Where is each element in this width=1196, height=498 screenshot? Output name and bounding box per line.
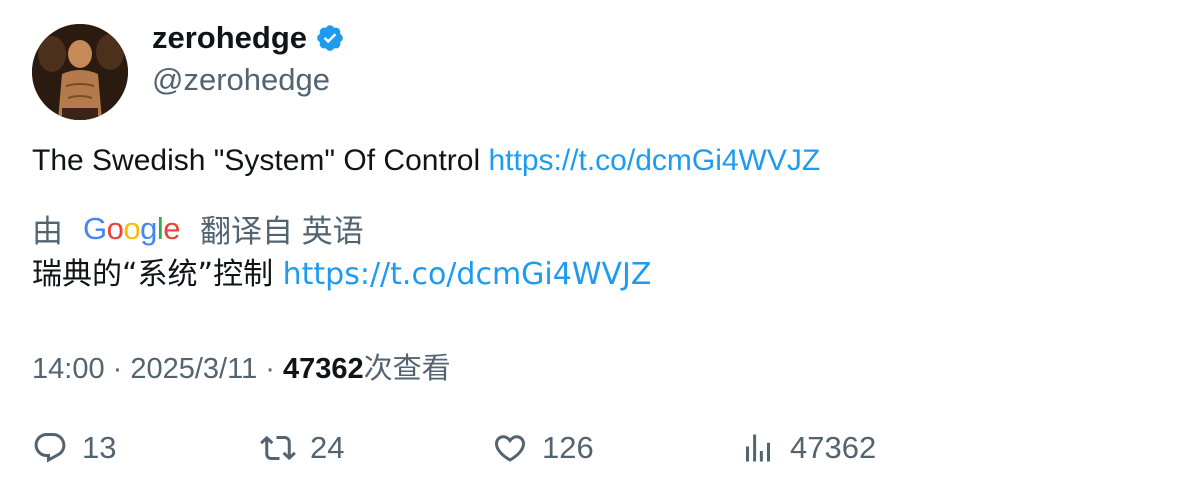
heart-icon bbox=[494, 435, 526, 462]
google-logo: Google bbox=[83, 210, 181, 246]
tweet-body: The Swedish "System" Of Control bbox=[32, 144, 489, 177]
user-handle[interactable]: @zerohedge bbox=[152, 62, 330, 98]
retweet-icon bbox=[260, 435, 296, 461]
meta-separator: · bbox=[257, 353, 284, 385]
like-count: 126 bbox=[542, 430, 594, 465]
retweet-count: 24 bbox=[310, 430, 345, 465]
views-button[interactable]: 47362 bbox=[740, 430, 876, 466]
translated-text: 瑞典的“系统”控制 https://t.co/dcmGi4WVJZ bbox=[32, 256, 651, 294]
reply-icon bbox=[34, 433, 66, 463]
views-count: 47362 bbox=[790, 430, 877, 465]
retweet-button[interactable]: 24 bbox=[260, 430, 344, 466]
action-bar: 13 24 126 47362 bbox=[0, 430, 1196, 476]
tweet-link[interactable]: https://t.co/dcmGi4WVJZ bbox=[488, 144, 820, 177]
translation-attribution: 由 Google 翻译自 英语 bbox=[32, 206, 364, 251]
avatar[interactable] bbox=[32, 24, 128, 120]
tweet-date[interactable]: 2025/3/11 bbox=[130, 353, 257, 385]
translation-suffix: 翻译自 英语 bbox=[200, 214, 364, 249]
display-name[interactable]: zerohedge bbox=[152, 20, 307, 56]
translated-body: 瑞典的“系统”控制 bbox=[32, 257, 283, 292]
tweet-time[interactable]: 14:00 bbox=[32, 353, 105, 385]
translated-link[interactable]: https://t.co/dcmGi4WVJZ bbox=[283, 257, 652, 292]
tweet-meta: 14:00 · 2025/3/11 · 47362次查看 bbox=[32, 345, 451, 387]
author-name-row: zerohedge bbox=[152, 20, 345, 56]
reply-button[interactable]: 13 bbox=[32, 430, 116, 466]
like-button[interactable]: 126 bbox=[492, 430, 594, 466]
verified-badge-icon bbox=[315, 23, 345, 53]
analytics-icon bbox=[746, 434, 770, 462]
meta-separator: · bbox=[104, 353, 131, 385]
translation-prefix: 由 bbox=[32, 214, 63, 249]
view-count-label: 次查看 bbox=[363, 353, 451, 385]
reply-count: 13 bbox=[82, 430, 117, 465]
avatar-image bbox=[32, 24, 128, 120]
view-count: 47362 bbox=[283, 353, 364, 385]
tweet-text: The Swedish "System" Of Control https://… bbox=[32, 142, 820, 180]
